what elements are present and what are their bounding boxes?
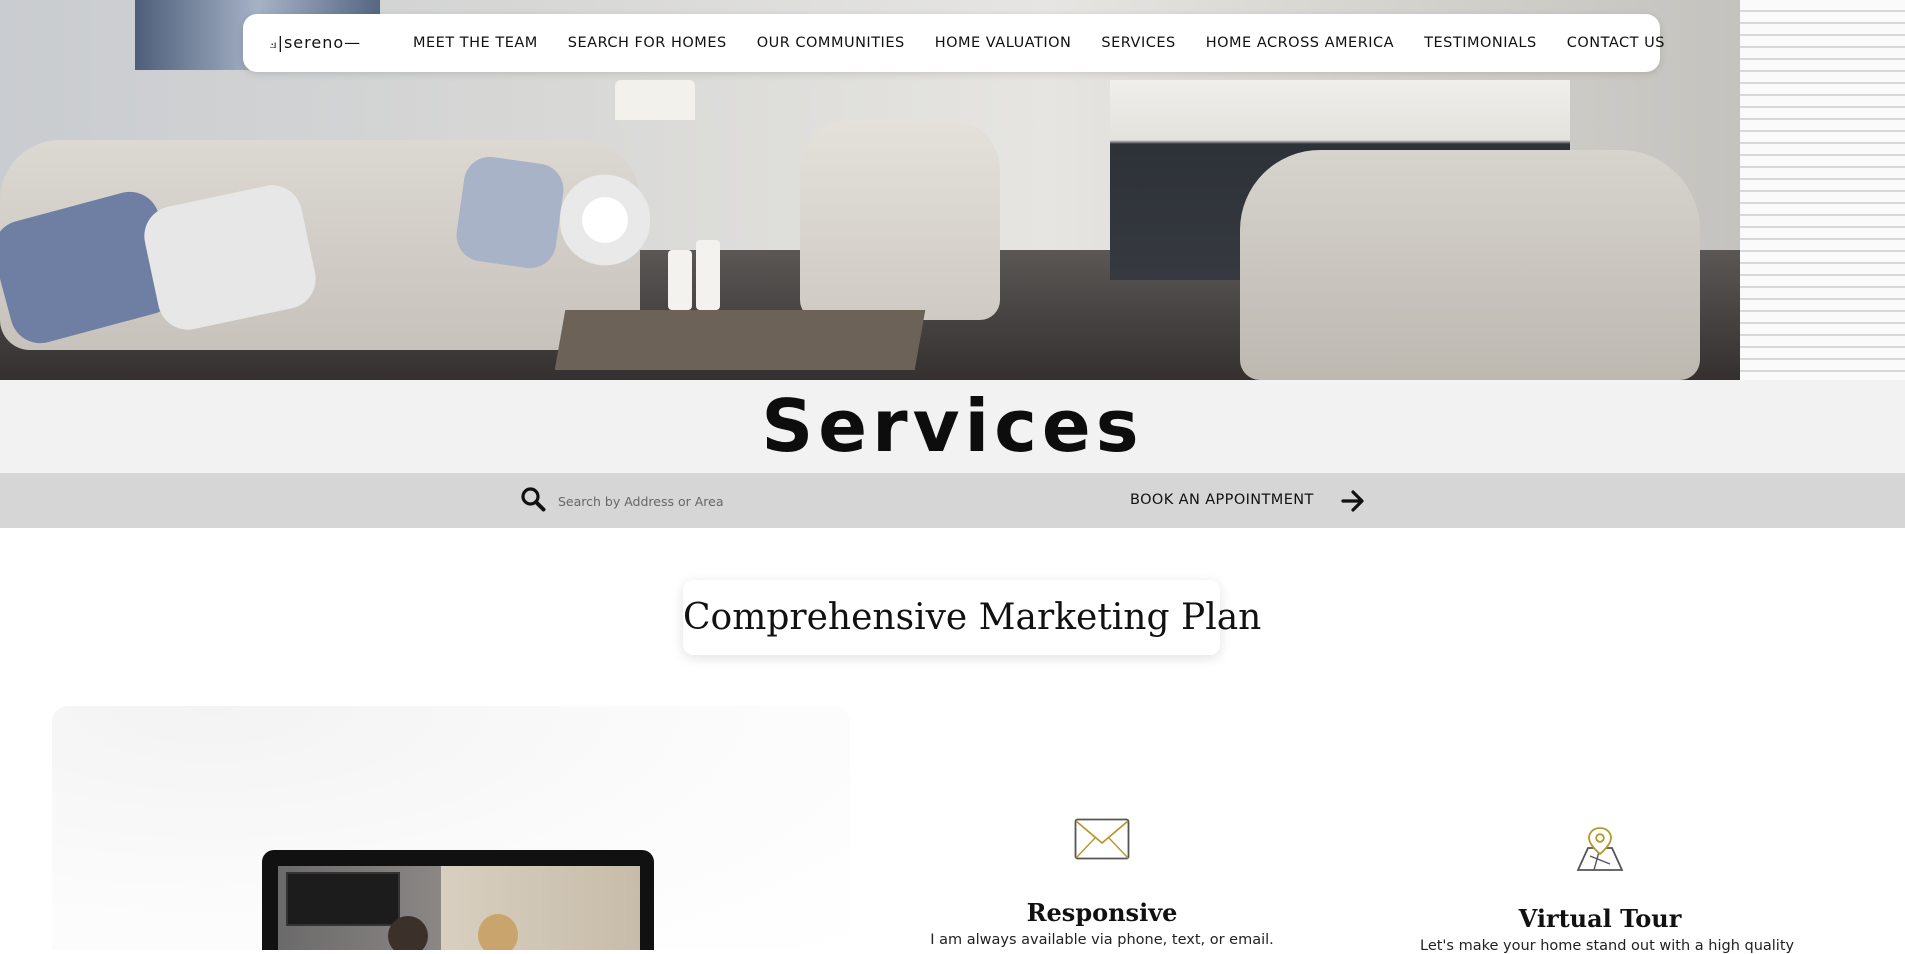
laptop-image (262, 850, 654, 950)
feature-text: I am always available via phone, text, o… (930, 932, 1274, 948)
feature-text: Let's make your home stand out with a hi… (1420, 938, 1795, 954)
nav-menu: MEET THE TEAM SEARCH FOR HOMES OUR COMMU… (413, 14, 1665, 72)
envelope-icon (1074, 818, 1130, 860)
search-bar: BOOK AN APPOINTMENT (0, 473, 1905, 528)
nav-item-contact-us[interactable]: CONTACT US (1567, 35, 1665, 51)
feature-title: Responsive (1026, 898, 1178, 927)
arrow-right-icon (1341, 489, 1364, 512)
page-title: Services (761, 384, 1144, 468)
nav-item-home-valuation[interactable]: HOME VALUATION (935, 35, 1072, 51)
book-appointment-label: BOOK AN APPOINTMENT (1130, 492, 1314, 508)
nav-item-search-for-homes[interactable]: SEARCH FOR HOMES (568, 35, 727, 51)
book-appointment-button[interactable]: BOOK AN APPOINTMENT (1130, 473, 1366, 528)
feature-title: Virtual Tour (1518, 904, 1682, 933)
site-logo[interactable]: ⟓|sereno— (269, 14, 361, 72)
main-nav: ⟓|sereno— MEET THE TEAM SEARCH FOR HOMES… (243, 14, 1664, 72)
map-pin-icon (1576, 827, 1624, 871)
nav-item-our-communities[interactable]: OUR COMMUNITIES (757, 35, 905, 51)
nav-item-home-across-america[interactable]: HOME ACROSS AMERICA (1206, 35, 1394, 51)
search-input[interactable] (556, 485, 1060, 517)
marketing-image-card (52, 706, 850, 950)
nav-item-testimonials[interactable]: TESTIMONIALS (1424, 35, 1537, 51)
section-title: Comprehensive Marketing Plan (683, 580, 1261, 655)
nav-item-services[interactable]: SERVICES (1101, 35, 1175, 51)
page-title-band: Services (0, 380, 1905, 473)
nav-item-meet-the-team[interactable]: MEET THE TEAM (413, 35, 538, 51)
search-icon[interactable] (520, 486, 546, 512)
